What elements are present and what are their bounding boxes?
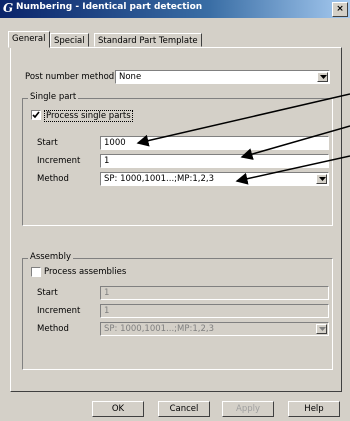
arrow-to-method-field [235,155,350,185]
annotation-arrows [136,93,350,185]
tab-general[interactable]: General [8,31,50,48]
arrow-to-increment-field [240,125,350,160]
numbering-dialog: G Numbering - Identical part detection ×… [0,0,350,421]
